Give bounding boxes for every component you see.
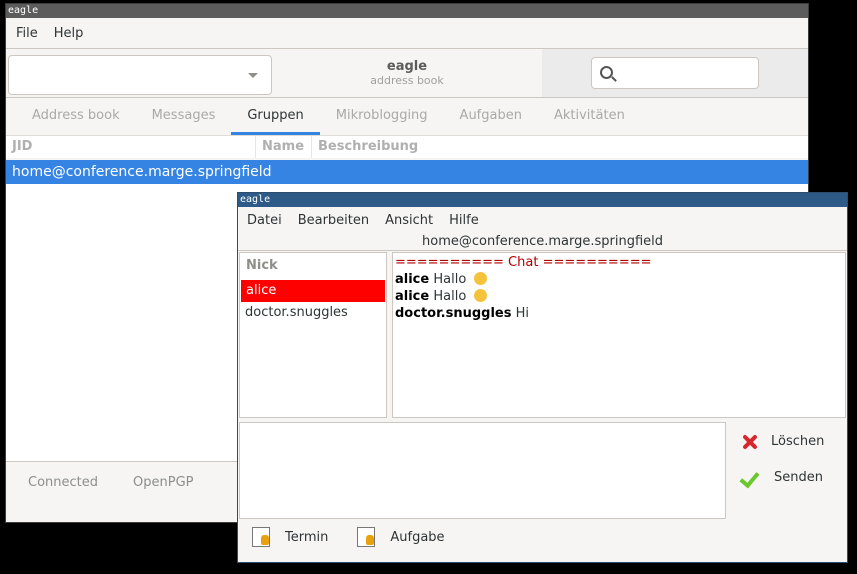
chat-separator: ========== Chat ========== — [395, 255, 652, 270]
tab-address-book[interactable]: Address book — [16, 98, 136, 135]
table-header: JID Name Beschreibung — [6, 135, 808, 158]
header-title: eagle address book — [272, 49, 542, 97]
menubar: File Help — [6, 18, 808, 48]
message-text: Hallo — [433, 272, 467, 287]
connection-status: Connected — [28, 474, 99, 490]
send-label: Senden — [774, 469, 823, 485]
tab-aktivitaeten[interactable]: Aktivitäten — [538, 98, 641, 135]
task-icon — [357, 527, 376, 547]
menu-bearbeiten[interactable]: Bearbeiten — [290, 213, 377, 228]
window-title: eagle — [6, 4, 808, 18]
message-input[interactable] — [239, 422, 726, 519]
appointment-icon — [252, 527, 270, 547]
appointment-label: Termin — [285, 529, 329, 545]
chat-area: Nick alice doctor.snuggles ========== Ch… — [239, 252, 846, 418]
tab-aufgaben[interactable]: Aufgaben — [444, 98, 538, 135]
nick-list: Nick alice doctor.snuggles — [239, 252, 387, 418]
menu-hilfe[interactable]: Hilfe — [441, 213, 487, 228]
send-button[interactable]: Senden — [741, 468, 823, 486]
sunglasses-emoji-icon — [474, 289, 488, 302]
chat-message: alice Hallo — [395, 271, 843, 288]
table-row[interactable]: home@conference.marge.springfield — [6, 160, 808, 184]
nick-item[interactable]: alice — [241, 280, 385, 302]
tab-messages[interactable]: Messages — [136, 98, 232, 135]
task-button[interactable]: Aufgabe — [357, 527, 445, 547]
nick-column-header[interactable]: Nick — [240, 253, 386, 277]
delete-button[interactable]: Löschen — [741, 433, 824, 449]
message-nick: doctor.snuggles — [395, 306, 512, 321]
nick-item[interactable]: doctor.snuggles — [240, 302, 386, 324]
chat-message: alice Hallo — [395, 288, 843, 305]
toolbar: eagle address book — [6, 48, 808, 98]
checkmark-icon — [741, 468, 759, 486]
menu-ansicht[interactable]: Ansicht — [377, 213, 441, 228]
app-title: eagle — [386, 59, 428, 74]
chat-window: eagle Datei Bearbeiten Ansicht Hilfe hom… — [237, 192, 848, 563]
chat-window-title: eagle — [238, 193, 847, 207]
menu-datei[interactable]: Datei — [239, 213, 290, 228]
chevron-down-icon[interactable] — [248, 73, 258, 78]
tab-gruppen[interactable]: Gruppen — [231, 98, 320, 135]
column-description[interactable]: Beschreibung — [312, 136, 808, 158]
chat-menubar: Datei Bearbeiten Ansicht Hilfe — [238, 207, 847, 234]
message-text: Hallo — [433, 289, 467, 304]
chat-actions: Termin Aufgabe — [252, 527, 474, 547]
column-jid[interactable]: JID — [6, 136, 256, 158]
appointment-button[interactable]: Termin — [252, 527, 328, 547]
task-label: Aufgabe — [390, 529, 445, 545]
chat-message: doctor.snuggles Hi — [395, 305, 843, 322]
column-name[interactable]: Name — [256, 136, 312, 158]
delete-icon — [741, 433, 757, 449]
search-area — [542, 49, 808, 97]
tab-mikroblogging[interactable]: Mikroblogging — [320, 98, 444, 135]
menu-help[interactable]: Help — [46, 26, 92, 41]
delete-label: Löschen — [771, 433, 825, 449]
account-combo[interactable] — [8, 55, 272, 95]
tab-bar: Address book Messages Gruppen Mikroblogg… — [6, 98, 808, 135]
message-nick: alice — [395, 272, 430, 287]
message-nick: alice — [395, 289, 430, 304]
menu-file[interactable]: File — [8, 26, 46, 41]
search-input[interactable] — [591, 57, 759, 89]
encryption-status: OpenPGP — [133, 474, 194, 490]
search-icon — [600, 66, 613, 79]
message-text: Hi — [515, 306, 529, 321]
app-subtitle: address book — [370, 74, 444, 87]
chat-log: ========== Chat ========== alice Hallo a… — [392, 252, 846, 418]
hugging-face-emoji-icon — [474, 272, 488, 285]
room-name: home@conference.marge.springfield — [238, 234, 847, 251]
